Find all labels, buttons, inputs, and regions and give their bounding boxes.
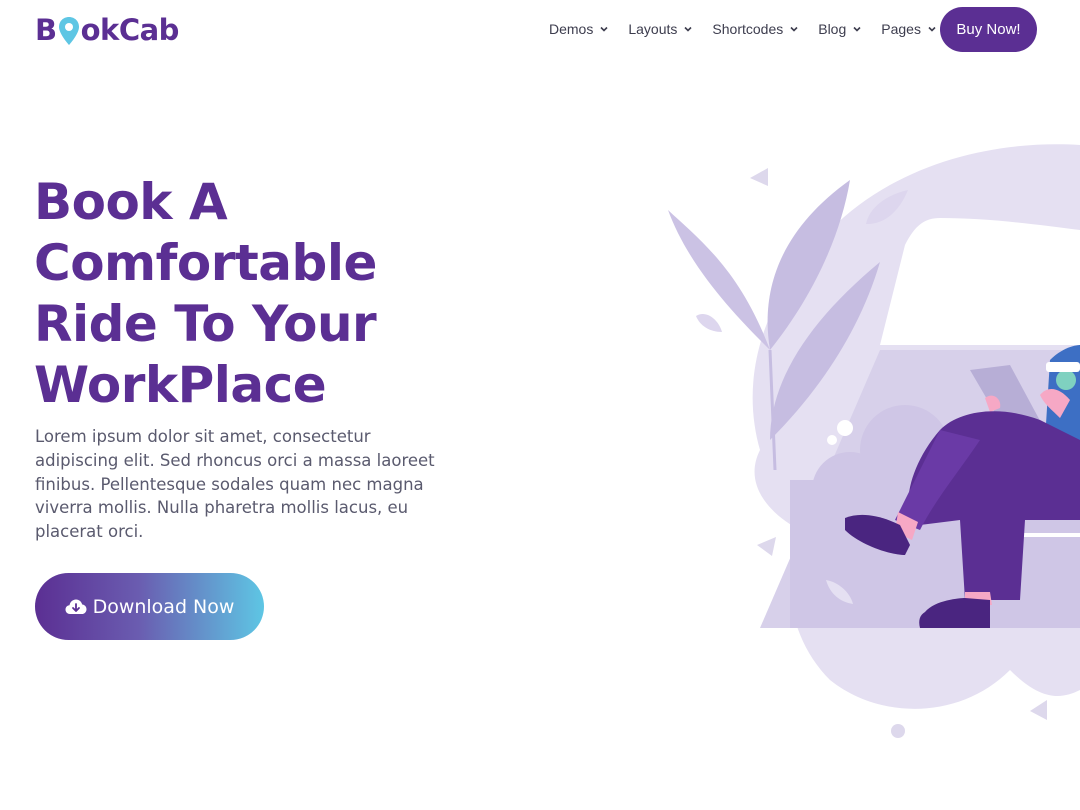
nav-item-label: Demos [549, 21, 594, 37]
nav-item-label: Blog [818, 21, 847, 37]
nav-item-label: Pages [881, 21, 921, 37]
hero-description: Lorem ipsum dolor sit amet, consectetur … [35, 427, 435, 542]
main-nav: Demos Layouts Shortcodes Blog Pages [549, 17, 956, 41]
triangle-decor [1030, 700, 1047, 720]
chevron-down-icon [928, 26, 936, 32]
nav-item-layouts[interactable]: Layouts [628, 17, 694, 41]
dot-decor [827, 435, 837, 445]
chevron-down-icon [853, 26, 861, 32]
nav-item-demos[interactable]: Demos [549, 17, 610, 41]
triangle-decor [757, 537, 776, 556]
location-pin-icon [58, 16, 80, 46]
nav-item-label: Shortcodes [712, 21, 784, 37]
leaf-decor [696, 313, 722, 332]
triangle-decor [750, 168, 768, 186]
dot-decor [891, 724, 905, 738]
hero-illustration [668, 144, 1080, 738]
cloud-download-icon [65, 599, 87, 614]
brand-name-suffix: okCab [80, 13, 180, 47]
download-now-label: Download Now [92, 595, 235, 618]
nav-item-blog[interactable]: Blog [818, 17, 863, 41]
dot-decor [837, 420, 853, 436]
chevron-down-icon [600, 26, 608, 32]
chevron-down-icon [684, 26, 692, 32]
hero-title: Book A Comfortable Ride To Your WorkPlac… [34, 173, 377, 414]
chevron-down-icon [790, 26, 798, 32]
download-now-button[interactable]: Download Now [35, 573, 264, 640]
nav-item-shortcodes[interactable]: Shortcodes [712, 17, 800, 41]
buy-now-button[interactable]: Buy Now! [940, 7, 1037, 52]
brand-name-prefix: B [35, 13, 57, 47]
brand-logo[interactable]: B okCab [35, 10, 179, 50]
nav-item-label: Layouts [628, 21, 678, 37]
nav-item-pages[interactable]: Pages [881, 17, 938, 41]
